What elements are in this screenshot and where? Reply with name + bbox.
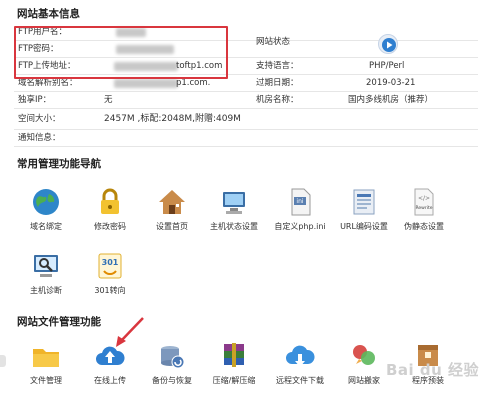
nav-item-redirect-301[interactable]: 301 301转向 (78, 250, 142, 296)
globe-icon (33, 189, 59, 215)
nav-item-set-homepage[interactable]: 设置首页 (140, 186, 204, 232)
svg-text:301: 301 (102, 258, 119, 267)
nav-label-redirect-301: 301转向 (94, 286, 126, 295)
ini-file-icon: ini (291, 188, 311, 216)
ftp-highlight-box (14, 26, 228, 79)
expire-value: 2019-03-21 (366, 78, 416, 88)
nav-label-change-password: 修改密码 (94, 222, 126, 231)
room-label: 机房名称： (256, 95, 299, 105)
folder-icon (33, 349, 59, 367)
file-label-file-manager: 文件管理 (30, 376, 62, 385)
info-row-space: 空间大小： 2457M ,标配:2048M,附赠:409M (14, 109, 478, 130)
nav-item-php-ini[interactable]: ini 自定义php.ini (268, 186, 332, 232)
lock-icon (101, 188, 119, 214)
notice-label: 通知信息： (18, 133, 61, 143)
files-heading: 网站文件管理功能 (17, 316, 101, 328)
svg-text:</>: </> (418, 195, 430, 202)
nav-item-url-encoding[interactable]: URL编码设置 (332, 186, 396, 232)
basic-info-heading: 网站基本信息 (17, 8, 80, 20)
nav-item-host-status[interactable]: 主机状态设置 (202, 186, 266, 232)
redirect-301-icon: 301 (98, 253, 122, 279)
nav-label-url-encoding: URL编码设置 (340, 222, 388, 231)
nav-item-change-password[interactable]: 修改密码 (78, 186, 142, 232)
ip-label: 独享IP： (18, 95, 52, 105)
archive-icon (224, 343, 244, 367)
play-icon (382, 38, 396, 52)
nav-label-domain-bind: 域名绑定 (30, 222, 62, 231)
nav-item-diagnose[interactable]: 主机诊断 (14, 250, 78, 296)
file-label-online-upload: 在线上传 (94, 376, 126, 385)
watermark-text: Bai du 经验 (386, 361, 480, 379)
domain-value-redacted (114, 79, 178, 88)
nav-label-host-status: 主机状态设置 (210, 222, 258, 231)
status-label: 网站状态 (256, 37, 291, 47)
expire-label: 过期日期： (256, 78, 299, 88)
url-doc-icon (353, 189, 375, 215)
nav-item-rewrite[interactable]: </> Rewrite 伪静态设置 (392, 186, 456, 232)
nav-heading: 常用管理功能导航 (17, 158, 101, 170)
info-row-notice: 通知信息： (14, 130, 478, 147)
file-item-backup[interactable]: 备份与恢复 (140, 340, 204, 386)
svg-text:ini: ini (296, 198, 303, 205)
info-row-ip: 独享IP： 无 机房名称： 国内多线机房（推荐） (14, 92, 478, 109)
nav-label-rewrite: 伪静态设置 (404, 222, 444, 231)
play-status-button[interactable] (378, 34, 398, 54)
space-label: 空间大小： (18, 114, 61, 124)
file-label-remote-download: 远程文件下载 (276, 376, 324, 385)
move-site-icon (353, 345, 375, 365)
rewrite-icon: </> Rewrite (414, 188, 434, 216)
left-edge-tab (0, 355, 6, 367)
backup-icon (161, 346, 185, 369)
file-item-online-upload[interactable]: 在线上传 (78, 340, 142, 386)
file-item-archive[interactable]: 压缩/解压缩 (202, 340, 266, 386)
computer-icon (223, 192, 245, 214)
file-item-file-manager[interactable]: 文件管理 (14, 340, 78, 386)
lang-value: PHP/Perl (369, 61, 405, 71)
cloud-download-icon (286, 345, 315, 367)
room-value: 国内多线机房（推荐） (348, 95, 434, 105)
svg-text:Rewrite: Rewrite (415, 205, 432, 211)
nav-label-set-homepage: 设置首页 (156, 222, 188, 231)
file-label-backup: 备份与恢复 (152, 376, 192, 385)
file-label-archive: 压缩/解压缩 (212, 376, 256, 385)
nav-label-php-ini: 自定义php.ini (274, 222, 326, 231)
space-value: 2457M ,标配:2048M,附赠:409M (104, 114, 241, 124)
ip-value: 无 (104, 95, 113, 105)
lang-label: 支持语言： (256, 61, 299, 71)
nav-item-domain-bind[interactable]: 域名绑定 (14, 186, 78, 232)
nav-label-diagnose: 主机诊断 (30, 286, 62, 295)
diagnose-icon (34, 255, 58, 277)
cloud-upload-icon (96, 346, 125, 365)
house-icon (159, 190, 185, 214)
file-item-remote-download[interactable]: 远程文件下载 (268, 340, 332, 386)
